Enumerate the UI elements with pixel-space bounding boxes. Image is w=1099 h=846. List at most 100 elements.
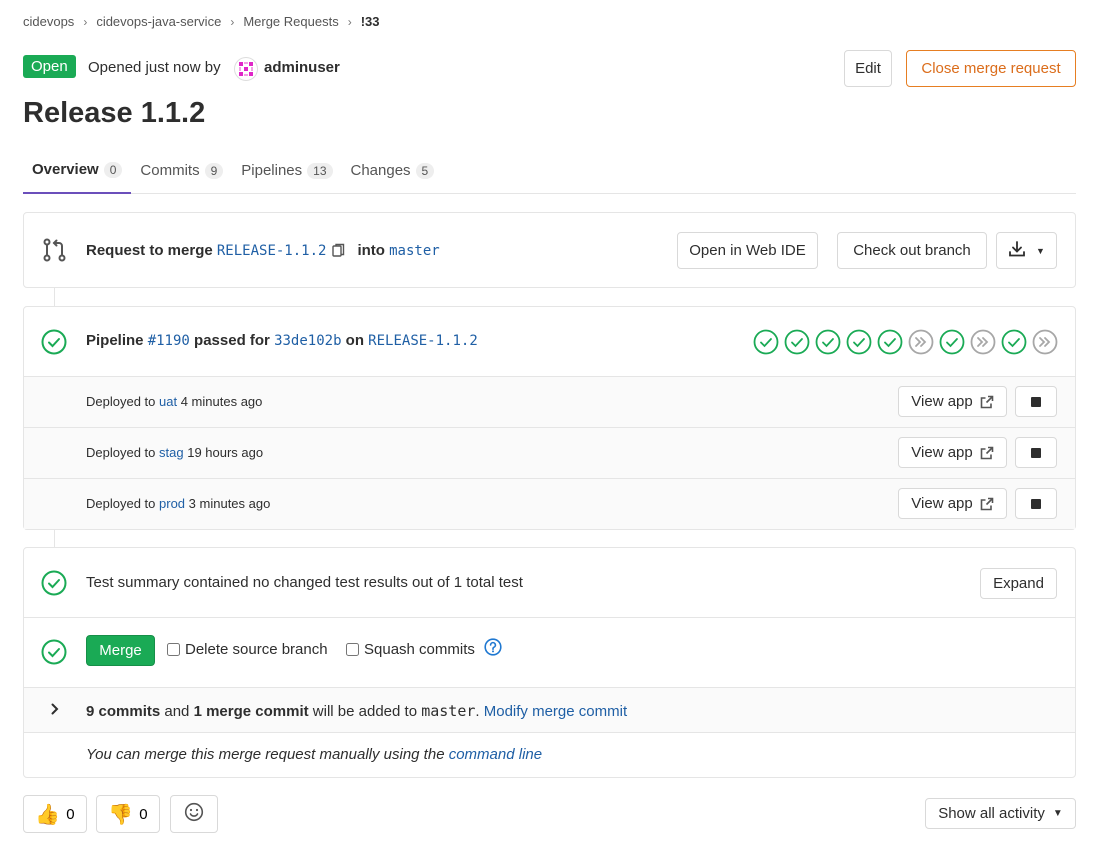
- view-app-label: View app: [911, 444, 973, 461]
- target-branch-link[interactable]: master: [389, 243, 440, 259]
- stop-environment-button[interactable]: [1015, 437, 1057, 468]
- tab-overview[interactable]: Overview 0: [23, 147, 132, 194]
- author-link[interactable]: adminuser: [264, 59, 340, 76]
- stage-passed-icon[interactable]: [1001, 329, 1027, 355]
- breadcrumb-project[interactable]: cidevops-java-service: [96, 14, 221, 29]
- deployment-row-prod: Deployed to prod 3 minutes ago View app: [24, 478, 1075, 529]
- tab-changes[interactable]: Changes 5: [342, 147, 444, 194]
- view-app-button[interactable]: View app: [898, 386, 1007, 417]
- commits-info-row[interactable]: 9 commits and 1 merge commit will be add…: [24, 687, 1075, 733]
- merge-button[interactable]: Merge: [86, 635, 155, 666]
- copy-icon[interactable]: [332, 243, 345, 258]
- squash-commits-checkbox[interactable]: Squash commits: [346, 641, 475, 658]
- expand-button[interactable]: Expand: [980, 568, 1057, 599]
- opened-text: Opened just now by: [88, 59, 221, 76]
- stop-environment-button[interactable]: [1015, 488, 1057, 519]
- checkbox-label: Squash commits: [364, 641, 475, 658]
- stage-passed-icon[interactable]: [815, 329, 841, 355]
- breadcrumb-group[interactable]: cidevops: [23, 14, 74, 29]
- deployed-to-text: Deployed to: [86, 394, 156, 409]
- deploy-time: 19 hours ago: [187, 445, 264, 460]
- download-dropdown-button[interactable]: ▼: [996, 232, 1057, 269]
- merge-commit-count: 1 merge commit: [193, 703, 309, 720]
- timeline-connector: [54, 288, 55, 306]
- stage-passed-icon[interactable]: [939, 329, 965, 355]
- thumbs-down-award-button[interactable]: 👎 0: [96, 795, 160, 833]
- period-text: .: [475, 703, 480, 720]
- environment-link[interactable]: stag: [159, 445, 184, 460]
- pipeline-id-link[interactable]: #1190: [148, 333, 190, 349]
- request-prefix: Request to merge: [86, 242, 213, 259]
- into-text: into: [357, 242, 385, 259]
- stop-environment-button[interactable]: [1015, 386, 1057, 417]
- check-out-branch-button[interactable]: Check out branch: [837, 232, 987, 269]
- command-line-link[interactable]: command line: [449, 746, 542, 763]
- view-app-button[interactable]: View app: [898, 488, 1007, 519]
- tab-count-badge: 0: [103, 161, 123, 178]
- stage-skipped-icon[interactable]: [970, 329, 996, 355]
- question-circle-icon[interactable]: [484, 638, 502, 660]
- stage-skipped-icon[interactable]: [908, 329, 934, 355]
- delete-source-branch-checkbox[interactable]: Delete source branch: [167, 641, 328, 658]
- close-merge-request-button[interactable]: Close merge request: [906, 50, 1076, 87]
- tab-commits[interactable]: Commits 9: [131, 147, 232, 194]
- deployment-info: Deployed to uat 4 minutes ago: [86, 394, 262, 409]
- caret-down-icon: ▼: [1036, 245, 1045, 256]
- tab-count-badge: 5: [415, 162, 435, 179]
- pipeline-info: Pipeline #1190 passed for 33de102b on RE…: [86, 332, 478, 349]
- environment-link[interactable]: prod: [159, 496, 185, 511]
- test-summary-text: Test summary contained no changed test r…: [86, 574, 523, 591]
- mr-header: Open Opened just now by adminuser Edit C…: [23, 50, 1076, 88]
- show-all-activity-dropdown[interactable]: Show all activity ▼: [925, 798, 1076, 829]
- stop-icon: [1031, 447, 1041, 458]
- stage-passed-icon[interactable]: [846, 329, 872, 355]
- stage-passed-icon[interactable]: [784, 329, 810, 355]
- identicon-icon: [239, 62, 253, 76]
- checkbox[interactable]: [167, 643, 180, 656]
- source-branch-link[interactable]: RELEASE-1.1.2: [217, 243, 327, 259]
- open-web-ide-button[interactable]: Open in Web IDE: [677, 232, 818, 269]
- environment-link[interactable]: uat: [159, 394, 177, 409]
- test-summary-row: Test summary contained no changed test r…: [24, 548, 1075, 618]
- edit-button[interactable]: Edit: [844, 50, 892, 87]
- deployment-info: Deployed to prod 3 minutes ago: [86, 496, 270, 511]
- breadcrumb-mr-id[interactable]: !33: [361, 14, 380, 29]
- tab-pipelines[interactable]: Pipelines 13: [232, 147, 341, 194]
- view-app-button[interactable]: View app: [898, 437, 1007, 468]
- deployment-info: Deployed to stag 19 hours ago: [86, 445, 263, 460]
- merge-action-row: Merge Delete source branch Squash commit…: [24, 618, 1075, 687]
- checkbox-label: Delete source branch: [185, 641, 328, 658]
- stop-icon: [1031, 498, 1041, 509]
- modify-merge-commit-link[interactable]: Modify merge commit: [484, 703, 627, 720]
- avatar[interactable]: [234, 57, 258, 81]
- tab-count-badge: 9: [204, 162, 224, 179]
- chevron-down-icon: ▼: [1052, 808, 1063, 819]
- deployed-to-text: Deployed to: [86, 445, 156, 460]
- download-icon: [1008, 240, 1026, 261]
- commits-info-text: 9 commits and 1 merge commit will be add…: [86, 702, 627, 720]
- smiley-icon: [184, 802, 204, 826]
- chevron-right-icon: ›: [230, 14, 235, 29]
- status-badge: Open: [23, 55, 76, 78]
- success-icon: [41, 639, 67, 669]
- thumbs-up-award-button[interactable]: 👍 0: [23, 795, 87, 833]
- deployed-to-text: Deployed to: [86, 496, 156, 511]
- stage-skipped-icon[interactable]: [1032, 329, 1058, 355]
- pipeline-branch-link[interactable]: RELEASE-1.1.2: [368, 333, 478, 349]
- timeline-connector: [54, 530, 55, 547]
- checkbox[interactable]: [346, 643, 359, 656]
- manual-merge-label: You can merge this merge request manuall…: [86, 746, 445, 763]
- commit-sha-link[interactable]: 33de102b: [274, 333, 341, 349]
- stage-passed-icon[interactable]: [753, 329, 779, 355]
- external-link-icon: [980, 446, 994, 460]
- pipeline-row: Pipeline #1190 passed for 33de102b on RE…: [24, 307, 1075, 376]
- breadcrumb-merge-requests[interactable]: Merge Requests: [243, 14, 338, 29]
- manual-merge-text: You can merge this merge request manuall…: [86, 746, 542, 763]
- will-be-added-text: will be added to: [312, 703, 418, 720]
- activity-label: Show all activity: [938, 805, 1045, 822]
- page-title: Release 1.1.2: [23, 97, 206, 129]
- chevron-right-icon[interactable]: [49, 701, 61, 721]
- stage-passed-icon[interactable]: [877, 329, 903, 355]
- add-reaction-button[interactable]: [170, 795, 218, 833]
- deployment-row-stag: Deployed to stag 19 hours ago View app: [24, 427, 1075, 478]
